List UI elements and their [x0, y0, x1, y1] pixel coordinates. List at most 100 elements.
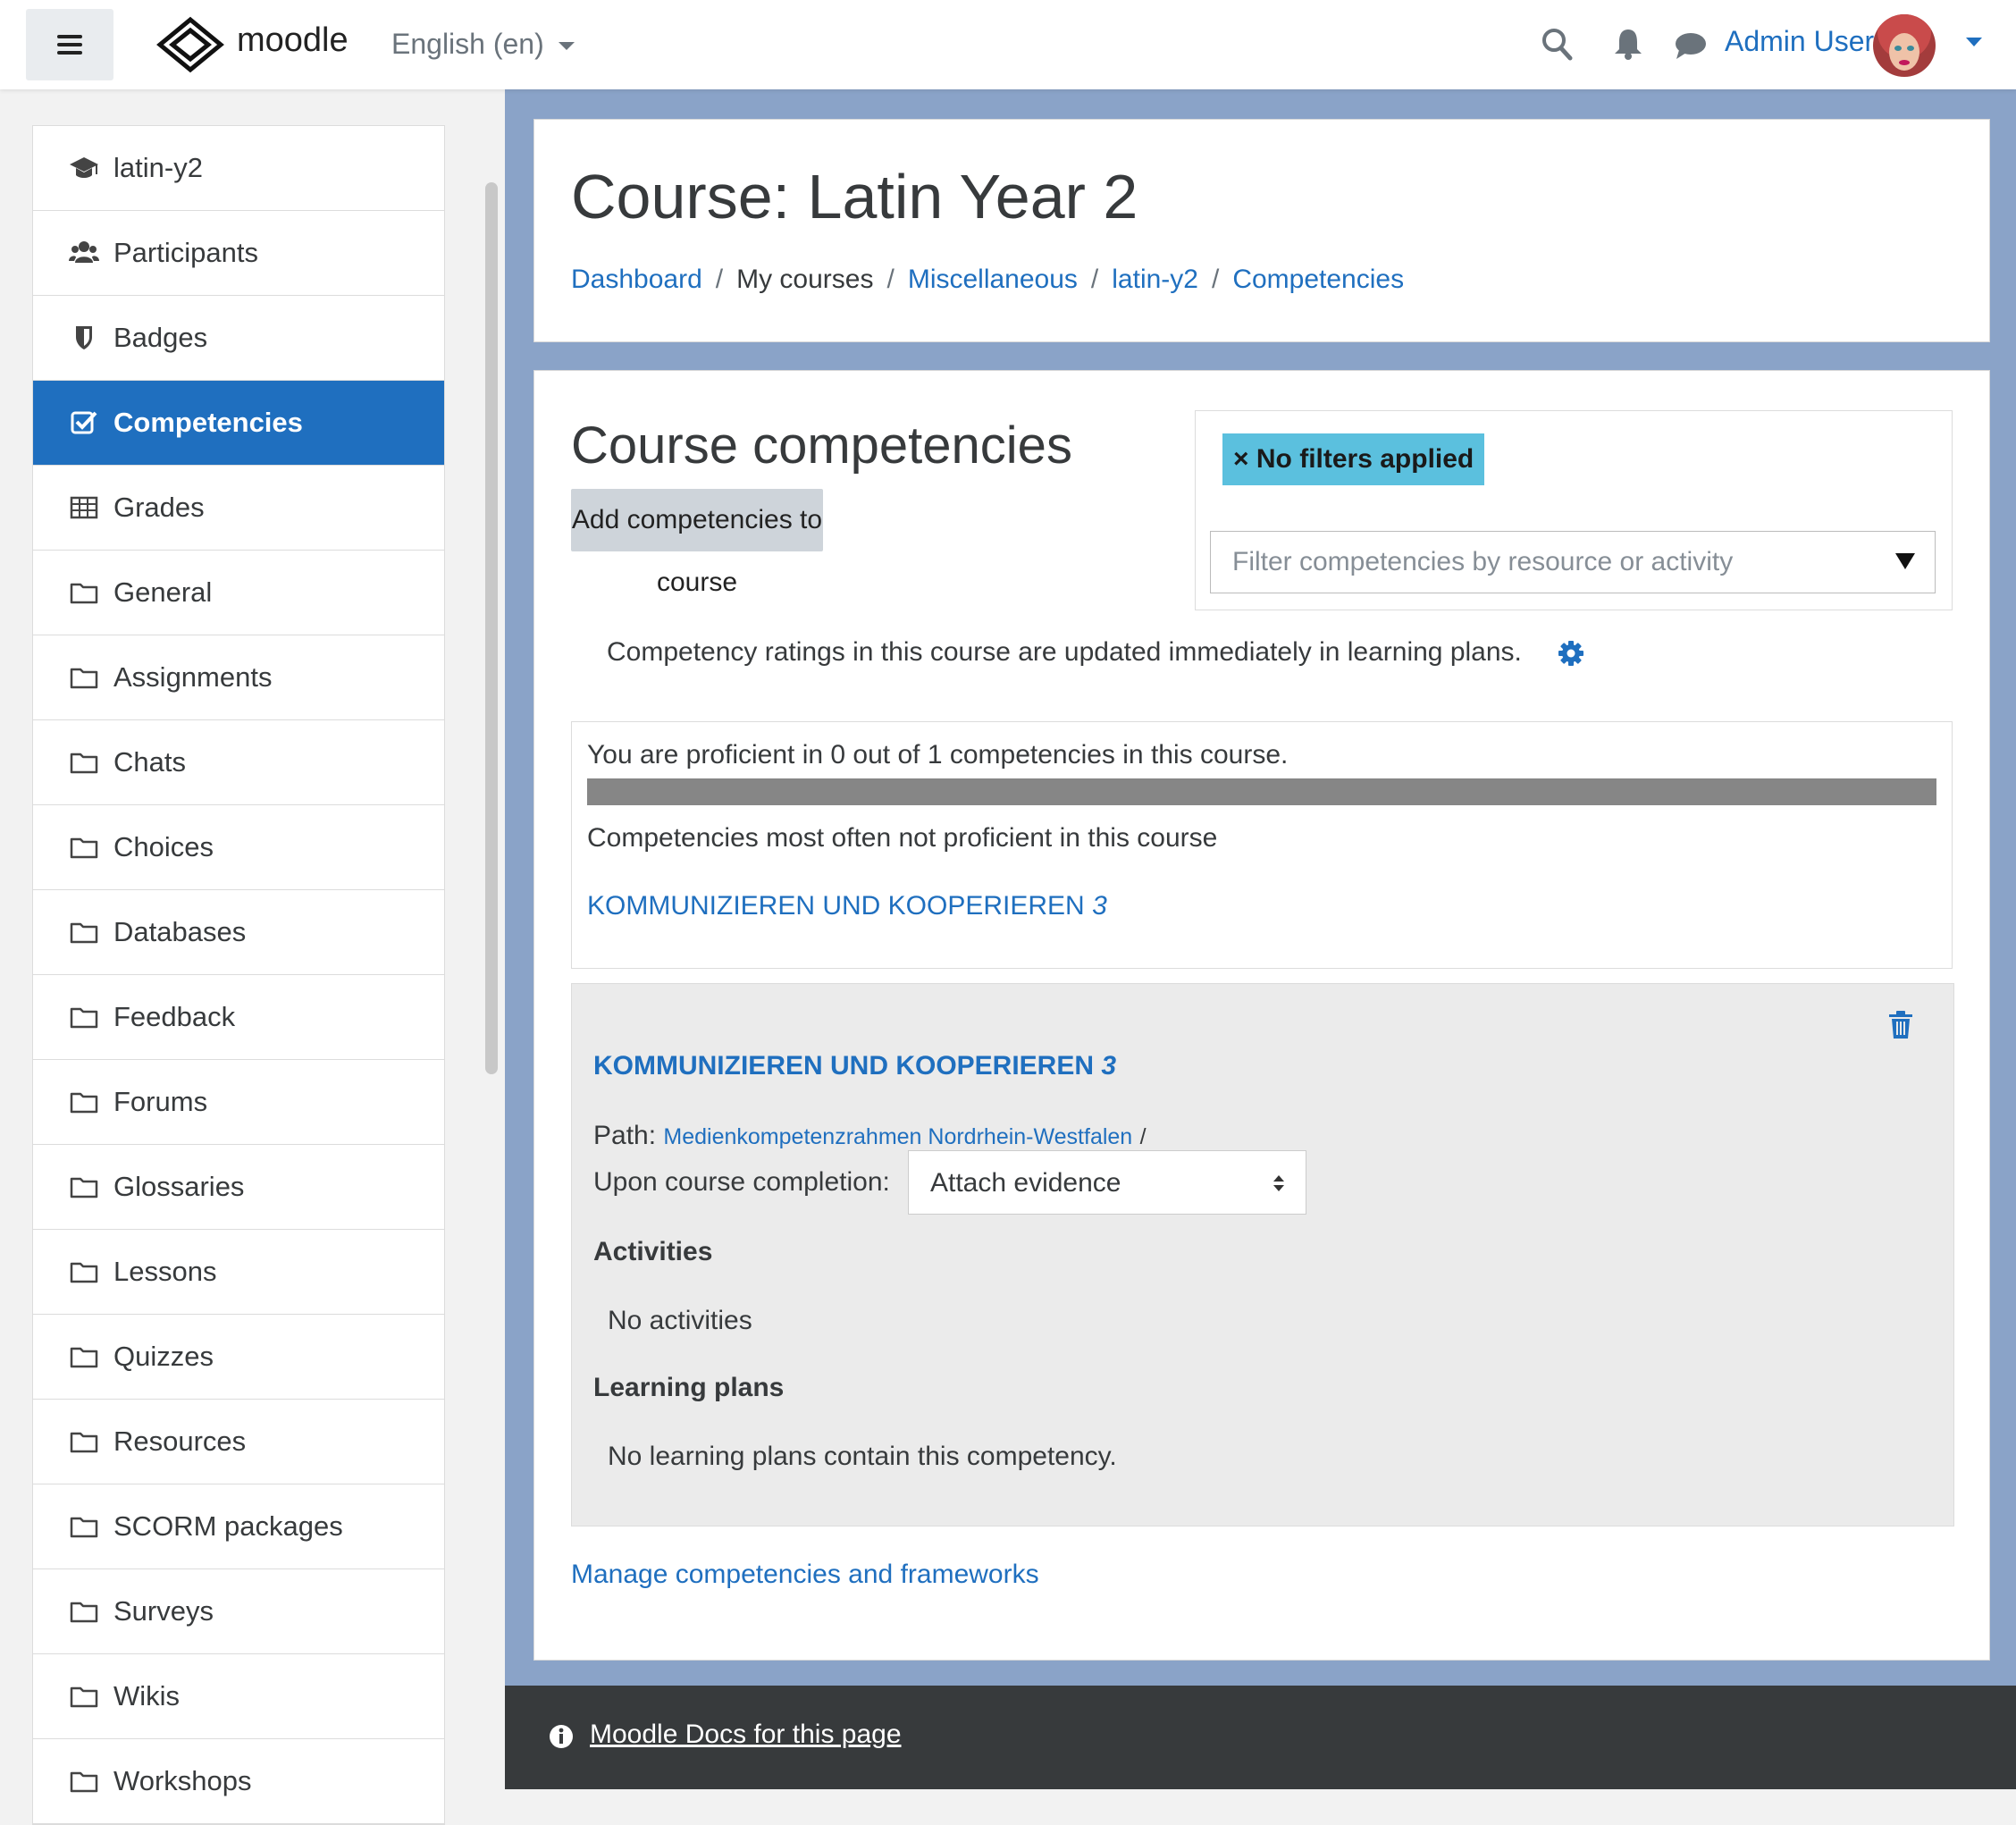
sidebar-item-label: Databases [113, 916, 247, 947]
proficiency-text: You are proficient in 0 out of 1 compete… [587, 740, 1289, 770]
sidebar-item-label: Glossaries [113, 1171, 245, 1202]
sidebar-item-chats[interactable]: Chats [33, 720, 444, 805]
sidebar-item-general[interactable]: General [33, 551, 444, 635]
sidebar-item-latin-y2[interactable]: latin-y2 [33, 126, 444, 211]
sidebar-item-forums[interactable]: Forums [33, 1060, 444, 1145]
language-menu[interactable]: English (en) [391, 28, 575, 61]
sidebar-item-databases[interactable]: Databases [33, 890, 444, 975]
competency-card: KOMMUNIZIEREN UND KOOPERIEREN 3 Path: Me… [571, 983, 1954, 1526]
breadcrumb-category[interactable]: Miscellaneous [908, 265, 1078, 294]
moodle-logo-icon[interactable] [156, 16, 224, 73]
sidebar-item-grades[interactable]: Grades [33, 466, 444, 551]
sidebar-item-label: Participants [113, 237, 258, 268]
sidebar-item-label: Choices [113, 831, 214, 862]
competency-title-link[interactable]: KOMMUNIZIEREN UND KOOPERIEREN 3 [593, 1051, 1116, 1081]
filter-tag[interactable]: × No filters applied [1222, 433, 1485, 485]
menu-toggle-button[interactable] [26, 9, 113, 80]
sidebar-item-lessons[interactable]: Lessons [33, 1230, 444, 1315]
proficiency-summary: You are proficient in 0 out of 1 compete… [571, 721, 1953, 969]
info-icon [550, 1725, 573, 1748]
check-square-icon [71, 411, 97, 434]
users-icon [69, 241, 99, 263]
sidebar-item-surveys[interactable]: Surveys [33, 1569, 444, 1654]
brand-name[interactable]: moodle [237, 21, 349, 60]
sidebar-item-badges[interactable]: Badges [33, 296, 444, 381]
sidebar-item-quizzes[interactable]: Quizzes [33, 1315, 444, 1400]
chevron-down-icon [558, 42, 575, 51]
sidebar-item-label: Workshops [113, 1765, 252, 1796]
user-avatar[interactable] [1873, 14, 1936, 77]
not-proficient-label: Competencies most often not proficient i… [587, 823, 1218, 853]
folder-icon [70, 1092, 98, 1114]
sidebar-item-label: Surveys [113, 1595, 214, 1627]
add-competencies-button[interactable]: Add competencies to course [571, 489, 823, 597]
upon-completion-select[interactable]: Attach evidence [908, 1150, 1306, 1215]
chat-icon[interactable] [1674, 30, 1708, 61]
activities-heading: Activities [593, 1237, 713, 1266]
filter-panel: × No filters applied Filter competencies… [1195, 410, 1953, 610]
search-icon[interactable] [1541, 27, 1573, 61]
delete-icon[interactable] [1888, 1011, 1913, 1039]
user-name[interactable]: Admin User [1725, 25, 1874, 58]
upon-completion-label: Upon course completion: [593, 1167, 890, 1197]
filter-placeholder: Filter competencies by resource or activ… [1232, 547, 1734, 576]
breadcrumb-my-courses: My courses [736, 265, 874, 294]
sidebar-item-assignments[interactable]: Assignments [33, 635, 444, 720]
manage-competencies-link[interactable]: Manage competencies and frameworks [571, 1560, 1039, 1590]
learning-plans-heading: Learning plans [593, 1373, 785, 1402]
breadcrumb-course[interactable]: latin-y2 [1112, 265, 1198, 294]
folder-icon [70, 1347, 98, 1368]
breadcrumb: Dashboard / My courses / Miscellaneous / latin… [571, 265, 1404, 295]
sidebar-item-label: Quizzes [113, 1341, 214, 1372]
not-proficient-competency-link[interactable]: KOMMUNIZIEREN UND KOOPERIEREN 3 [587, 891, 1107, 921]
gear-icon[interactable] [1558, 640, 1584, 667]
folder-icon [70, 1517, 98, 1538]
folder-icon [70, 583, 98, 604]
sidebar-item-participants[interactable]: Participants [33, 211, 444, 296]
sidebar-item-glossaries[interactable]: Glossaries [33, 1145, 444, 1230]
sidebar-item-label: Wikis [113, 1680, 181, 1711]
sidebar-item-feedback[interactable]: Feedback [33, 975, 444, 1060]
competency-link-text: KOMMUNIZIEREN UND KOOPERIEREN [587, 891, 1085, 921]
course-nav-list: latin-y2 Participants Badges Competencie… [32, 125, 445, 1825]
sidebar-item-wikis[interactable]: Wikis [33, 1654, 444, 1739]
sidebar-item-scorm-packages[interactable]: SCORM packages [33, 1484, 444, 1569]
framework-path-link[interactable]: Medienkompetenzrahmen Nordrhein-Westfale… [663, 1124, 1132, 1149]
folder-icon [70, 1007, 98, 1029]
sidebar-item-label: Competencies [113, 407, 303, 438]
folder-icon [70, 1262, 98, 1283]
breadcrumb-separator: / [1090, 265, 1099, 294]
sidebar-item-label: Grades [113, 492, 205, 523]
folder-icon [70, 1686, 98, 1708]
page-footer: Moodle Docs for this page [505, 1686, 2016, 1789]
learning-plans-text: No learning plans contain this competenc… [608, 1442, 1117, 1471]
breadcrumb-separator: / [886, 265, 895, 294]
competency-link-number: 3 [1092, 891, 1107, 921]
sidebar-item-workshops[interactable]: Workshops [33, 1739, 444, 1824]
section-heading: Course competencies [571, 416, 1072, 475]
sidebar-item-label: SCORM packages [113, 1510, 343, 1542]
graduation-cap-icon [70, 157, 98, 178]
dropdown-triangle-icon [1895, 553, 1915, 569]
folder-icon [70, 668, 98, 689]
breadcrumb-competencies[interactable]: Competencies [1232, 265, 1404, 294]
sidebar-item-label: latin-y2 [113, 152, 203, 183]
sidebar-item-label: Assignments [113, 661, 273, 693]
moodle-docs-link[interactable]: Moodle Docs for this page [590, 1720, 902, 1750]
sidebar-item-label: Chats [113, 746, 186, 778]
main-content: Course competencies Add competencies to … [533, 370, 1990, 1661]
competency-path: Path: Medienkompetenzrahmen Nordrhein-We… [593, 1121, 1147, 1151]
sidebar-item-competencies[interactable]: Competencies [33, 381, 444, 466]
sidebar-item-resources[interactable]: Resources [33, 1400, 444, 1484]
sidebar-item-choices[interactable]: Choices [33, 805, 444, 890]
breadcrumb-dashboard[interactable]: Dashboard [571, 265, 702, 294]
folder-icon [70, 1771, 98, 1793]
sidebar-scrollbar[interactable] [485, 182, 498, 1074]
breadcrumb-separator: / [1211, 265, 1220, 294]
close-icon[interactable]: × [1233, 444, 1249, 474]
language-label: English (en) [391, 28, 544, 60]
breadcrumb-separator: / [715, 265, 724, 294]
user-menu-chevron-icon[interactable] [1966, 38, 1982, 46]
filter-select[interactable]: Filter competencies by resource or activ… [1210, 531, 1936, 593]
bell-icon[interactable] [1613, 27, 1643, 61]
